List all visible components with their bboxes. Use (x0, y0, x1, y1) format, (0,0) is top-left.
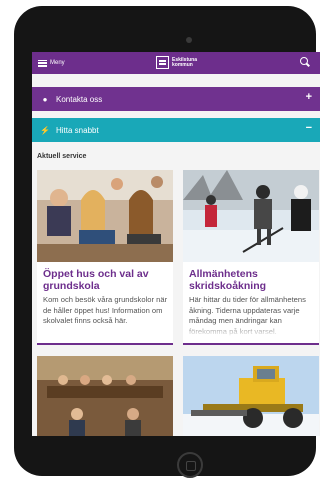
card-description: Kom och besök våra grundskolor när de hå… (43, 295, 171, 337)
card-skating[interactable]: Allmänhetens skridskoåkning Här hittar d… (183, 170, 319, 345)
home-button[interactable] (177, 452, 203, 478)
menu-button[interactable]: Meny (38, 56, 65, 70)
logo[interactable]: Eskilstuna kommun (156, 56, 197, 69)
accordion-quick-label: Hitta snabbt (56, 125, 99, 135)
snow-plow-photo (183, 356, 319, 436)
classroom-photo (37, 170, 173, 262)
section-title: Aktuell service (37, 153, 87, 160)
card-description: Här hittar du tider för allmänhetens åkn… (189, 295, 317, 337)
chat-bubble-icon: ● (42, 94, 48, 104)
card-title[interactable]: Allmänhetens skridskoåkning (189, 268, 317, 292)
logo-line2: kommun (172, 61, 193, 68)
minus-icon: − (305, 122, 312, 134)
meeting-photo (37, 356, 173, 436)
card-open-house[interactable]: Öppet hus och val av grundskola Kom och … (37, 170, 173, 345)
top-bar: Meny Eskilstuna kommun (32, 52, 320, 74)
camera-icon (186, 37, 192, 43)
search-icon[interactable] (300, 57, 311, 68)
card-meeting[interactable] (37, 356, 173, 436)
screen: Meny Eskilstuna kommun ● Kontakta oss + … (32, 52, 320, 436)
accordion-contact-label: Kontakta oss (56, 94, 103, 104)
card-divider (37, 343, 173, 345)
accordion-quick-find[interactable]: ⚡ Hitta snabbt − (32, 118, 320, 142)
skating-photo (183, 170, 319, 262)
accordion-contact[interactable]: ● Kontakta oss + (32, 87, 320, 111)
hamburger-icon (38, 59, 47, 67)
card-title[interactable]: Öppet hus och val av grundskola (43, 268, 171, 292)
card-divider (183, 343, 319, 345)
menu-label: Meny (50, 60, 65, 66)
logo-text: Eskilstuna kommun (172, 57, 197, 68)
logo-mark-icon (156, 56, 169, 69)
lightning-icon: ⚡ (40, 125, 50, 135)
plus-icon: + (305, 91, 312, 103)
card-snow-plow[interactable] (183, 356, 319, 436)
